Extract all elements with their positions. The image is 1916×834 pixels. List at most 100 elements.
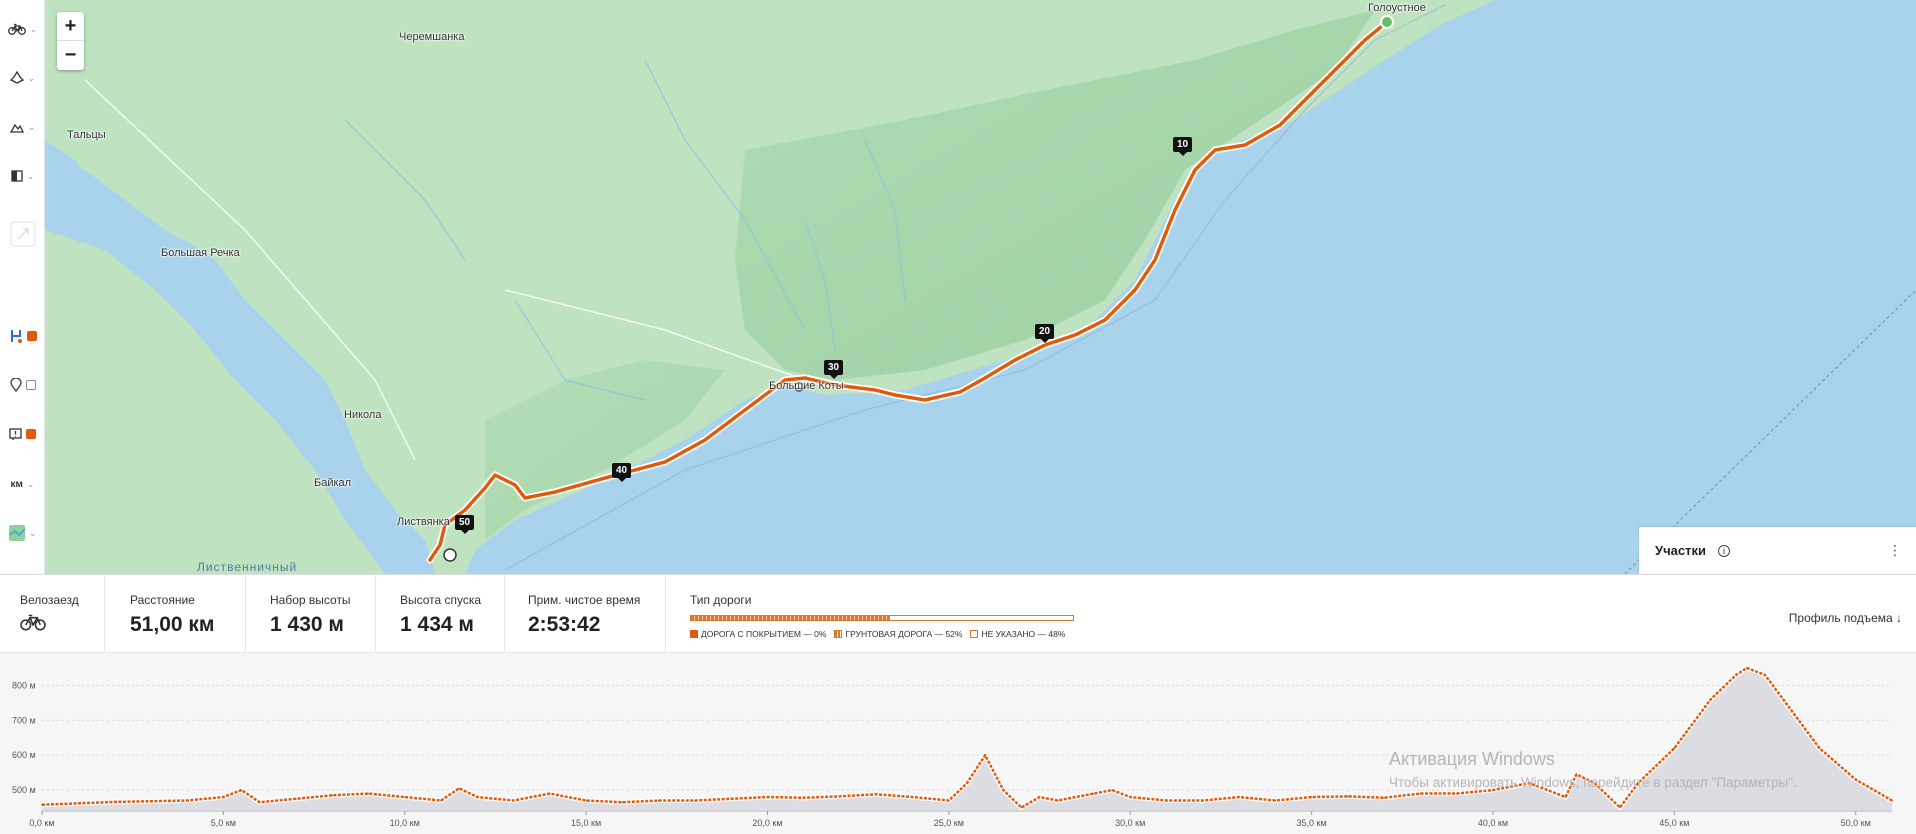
x-tick-label: 15,0 км (571, 818, 601, 828)
elevation-point (1238, 796, 1240, 798)
stat-label: Высота спуска (400, 593, 482, 607)
km-marker: 20 (1035, 324, 1055, 343)
place-label: Большая Речка (161, 247, 240, 259)
elevation-loss-stat: Высота спуска 1 434 м (400, 593, 481, 637)
road-type-bar (690, 615, 1074, 621)
units-label: км (10, 478, 23, 490)
map-layer-icon (8, 525, 25, 541)
elevation-point (1274, 799, 1277, 802)
stat-value: 51,00 км (130, 613, 215, 636)
route-toggle[interactable] (0, 320, 45, 352)
elevation-point (1056, 799, 1059, 802)
route-map[interactable]: Голоустное Черемшанка Тальцы Большая Реч… (45, 0, 1916, 574)
legend-item: НЕ УКАЗАНО — 48% (970, 629, 1065, 639)
x-tick-label: 0,0 км (29, 818, 54, 828)
elevation-point (694, 799, 696, 802)
x-tick-label: 25,0 км (934, 818, 964, 828)
elevation-point (1020, 806, 1023, 809)
place-label: Голоустное (1368, 2, 1426, 14)
route-checkbox[interactable] (26, 331, 37, 341)
route-start-marker[interactable] (1380, 15, 1394, 29)
route-end-marker[interactable] (443, 548, 457, 562)
place-label: Байкал (314, 477, 352, 489)
place-label: Большие Коты (769, 380, 844, 392)
elevation-point (1735, 674, 1737, 676)
divider (375, 575, 376, 654)
poi-checkbox[interactable] (25, 380, 36, 390)
distance-stat: Расстояние 51,00 км (130, 593, 214, 637)
elevation-point (403, 796, 406, 798)
elevation-point (77, 802, 80, 805)
elevation-point (1129, 796, 1132, 798)
chevron-down-icon: ⌄ (28, 527, 37, 538)
elevation-point (984, 754, 986, 756)
place-label: Черемшанка (399, 31, 465, 43)
chevron-down-icon: ⌄ (29, 23, 38, 34)
elevation-point (875, 793, 878, 796)
legend-label: ГРУНТОВАЯ ДОРОГА — 52% (845, 629, 963, 639)
y-tick-label: 500 м (12, 785, 36, 795)
units-selector[interactable]: км ⌄ (0, 468, 45, 500)
poi-toggle[interactable] (0, 369, 45, 401)
road-type-legend: ДОРОГА С ПОКРЫТИЕМ — 0% ГРУНТОВАЯ ДОРОГА… (690, 629, 1065, 639)
stat-value: 2:53:42 (528, 613, 601, 636)
place-label: Листвянка (397, 516, 450, 528)
moving-time-stat: Прим. чистое время 2:53:42 (528, 593, 640, 637)
info-icon[interactable]: i (1717, 544, 1730, 557)
zoom-out-button[interactable]: − (57, 41, 84, 70)
place-label: Лиственничный (197, 560, 298, 574)
map-style-selector[interactable]: ⌄ (0, 160, 45, 192)
elevation-profile-toggle[interactable]: Профиль подъема ↓ (1789, 611, 1902, 625)
elevation-point (440, 799, 442, 802)
elevation-point (186, 799, 188, 802)
route-stats-bar: Велозаезд Расстояние 51,00 км Набор высо… (0, 574, 1916, 654)
x-tick-label: 10,0 км (390, 818, 420, 828)
elevation-point (1455, 792, 1458, 795)
chevron-down-icon: ⌄ (27, 121, 36, 132)
legend-swatch (834, 630, 843, 638)
elevation-point (585, 799, 587, 802)
segments-panel[interactable]: Участки i ⋮ (1639, 527, 1916, 574)
elevation-point (1002, 789, 1005, 791)
x-tick-label: 20,0 км (752, 818, 782, 828)
alerts-checkbox[interactable] (26, 429, 36, 439)
elevation-point (1165, 799, 1168, 802)
alerts-toggle[interactable] (0, 418, 45, 450)
elevation-point (839, 795, 841, 798)
x-tick-label: 45,0 км (1659, 818, 1689, 828)
elevation-point (1746, 667, 1748, 669)
elevation-selector[interactable]: ⌄ (0, 111, 45, 143)
fullscreen-button[interactable] (0, 218, 45, 250)
divider (245, 575, 246, 654)
windows-activation-text: Чтобы активировать Windows, перейдите в … (1389, 775, 1797, 790)
stat-label: Набор высоты (270, 593, 351, 607)
km-marker: 50 (455, 515, 475, 534)
layer-selector[interactable]: ⌄ (0, 517, 45, 549)
elevation-point (1093, 792, 1095, 795)
elevation-point (549, 792, 551, 795)
elevation-point (1383, 796, 1385, 799)
surface-selector[interactable]: ⌄ (0, 62, 45, 94)
contrast-icon (11, 170, 23, 182)
elevation-point (1111, 789, 1113, 791)
x-tick-label: 40,0 км (1478, 818, 1508, 828)
map-toolbar: ⌄ ⌄ ⌄ ⌄ км ⌄ ⌄ (0, 0, 45, 574)
stat-label: Тип дороги (690, 593, 752, 607)
windows-activation-title: Активация Windows (1389, 749, 1555, 769)
elevation-point (240, 789, 243, 791)
road-surface-icon (9, 71, 24, 84)
elevation-point (657, 799, 660, 802)
elevation-point (802, 796, 805, 799)
chevron-down-icon: ⌄ (26, 478, 35, 489)
zoom-in-button[interactable]: + (57, 12, 84, 41)
chevron-down-icon: ⌄ (27, 72, 36, 83)
divider (504, 575, 505, 654)
x-tick-label: 50,0 км (1841, 818, 1871, 828)
route-icon (10, 330, 22, 343)
elevation-profile-chart[interactable]: 500 м 600 м 700 м 800 м 0,0 км 5,0 км 10,0 км 1… (0, 653, 1916, 834)
x-tick-label: 35,0 км (1297, 818, 1327, 828)
alert-icon (9, 427, 22, 440)
legend-item: ДОРОГА С ПОКРЫТИЕМ — 0% (690, 629, 826, 639)
more-menu-icon[interactable]: ⋮ (1888, 542, 1902, 559)
activity-type-selector[interactable]: ⌄ (0, 13, 45, 45)
